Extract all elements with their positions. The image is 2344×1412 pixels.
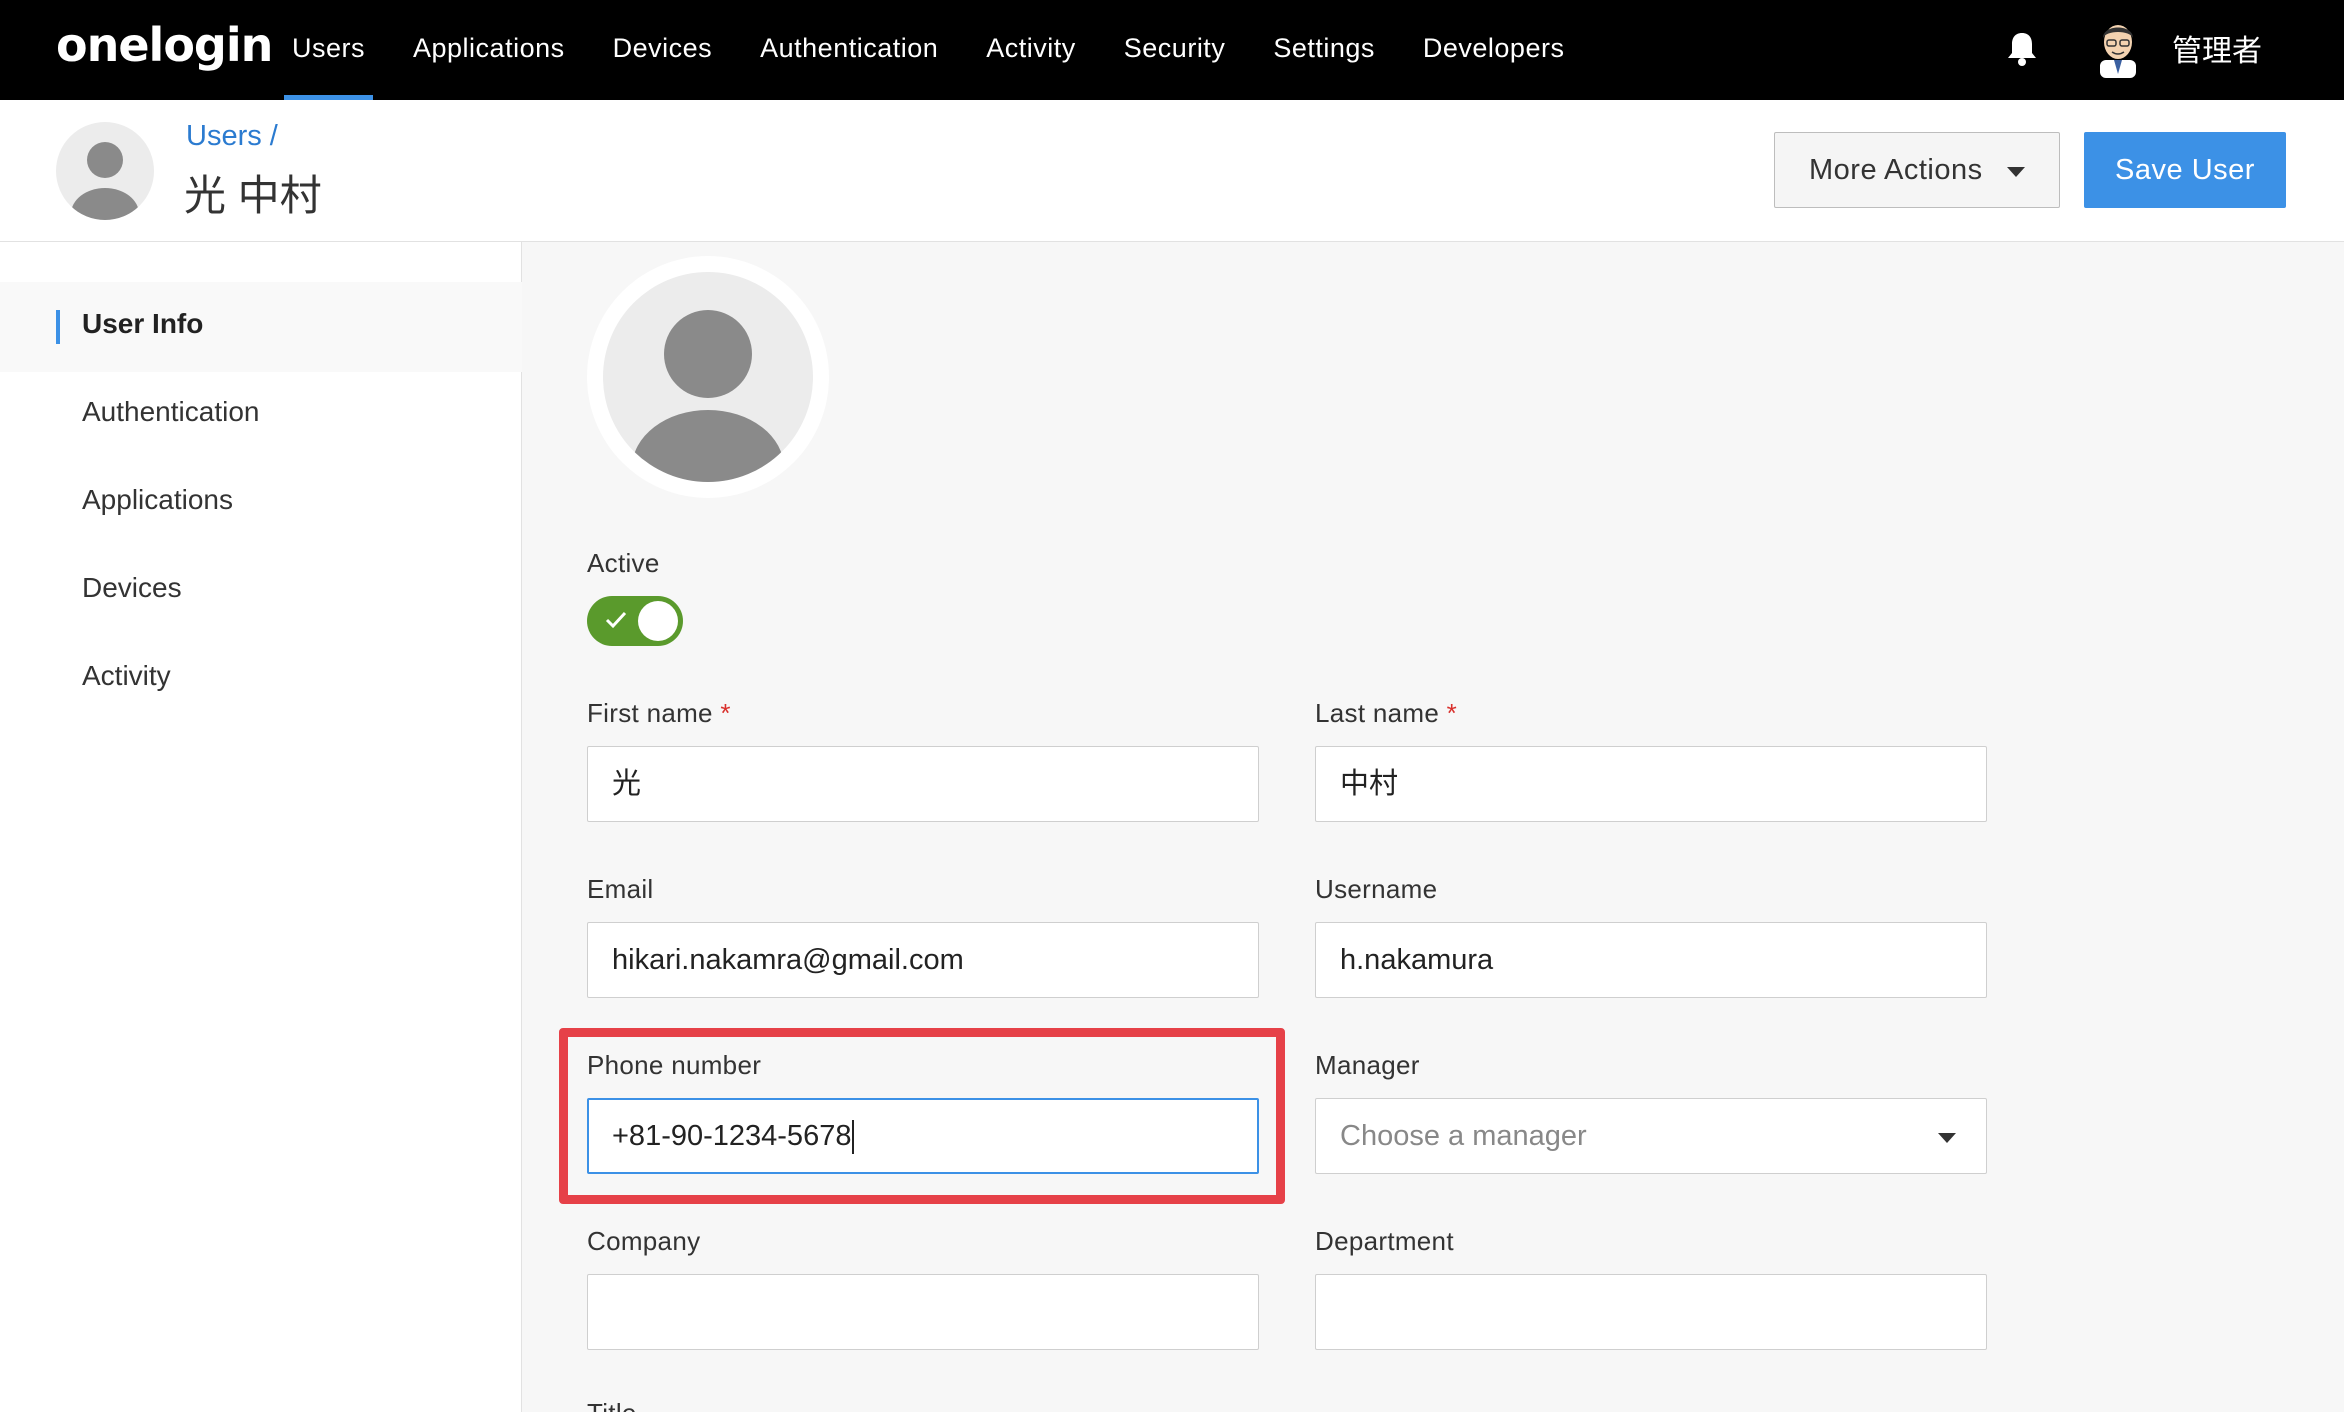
first-name-label: First name *: [587, 698, 731, 729]
nav-item-developers[interactable]: Developers: [1399, 0, 1589, 100]
email-label: Email: [587, 874, 654, 904]
first-name-label-text: First name: [587, 698, 713, 728]
admin-avatar-icon[interactable]: [2092, 16, 2144, 78]
save-user-button[interactable]: Save User: [2084, 132, 2286, 208]
nav-menu: Users Applications Devices Authenticatio…: [268, 0, 1588, 100]
more-actions-button[interactable]: More Actions: [1774, 132, 2060, 208]
nav-item-devices[interactable]: Devices: [589, 0, 737, 100]
sidebar-item-authentication[interactable]: Authentication: [82, 396, 259, 428]
required-mark: *: [1446, 698, 1458, 728]
chevron-down-icon: [1938, 1133, 1956, 1143]
bell-icon[interactable]: [2006, 30, 2038, 68]
company-input[interactable]: [587, 1274, 1259, 1350]
page-title: 光 中村: [184, 172, 322, 219]
manager-select[interactable]: Choose a manager: [1315, 1098, 1987, 1174]
required-mark: *: [720, 698, 731, 728]
active-toggle[interactable]: [587, 596, 683, 646]
nav-item-users[interactable]: Users: [268, 0, 389, 100]
first-name-input[interactable]: 光: [587, 746, 1259, 822]
email-input[interactable]: hikari.nakamra@gmail.com: [587, 922, 1259, 998]
nav-item-applications[interactable]: Applications: [389, 0, 589, 100]
breadcrumb: Users /: [186, 120, 278, 153]
manager-label: Manager: [1315, 1050, 1420, 1080]
nav-item-activity[interactable]: Activity: [962, 0, 1100, 100]
top-navigation: onelogin Users Applications Devices Auth…: [0, 0, 2344, 100]
user-sidebar: User Info Authentication Applications De…: [0, 242, 522, 1412]
profile-photo[interactable]: [587, 256, 829, 498]
more-actions-label: More Actions: [1809, 153, 1983, 186]
user-header: Users / 光 中村 More Actions Save User: [0, 100, 2344, 242]
nav-item-settings[interactable]: Settings: [1249, 0, 1399, 100]
last-name-label-text: Last name: [1315, 698, 1440, 728]
nav-item-authentication[interactable]: Authentication: [736, 0, 962, 100]
last-name-label: Last name *: [1315, 698, 1457, 729]
sidebar-active-background: [0, 282, 522, 372]
phone-number-input[interactable]: +81-90-1234-5678: [587, 1098, 1259, 1174]
toggle-knob: [638, 601, 678, 641]
user-avatar-icon: [56, 122, 154, 220]
username-label: Username: [1315, 874, 1438, 904]
user-info-form: Active First name * 光 Last name * 中村 Ema…: [523, 242, 2344, 1412]
last-name-input[interactable]: 中村: [1315, 746, 1987, 822]
sidebar-active-indicator: [56, 310, 60, 344]
department-input[interactable]: [1315, 1274, 1987, 1350]
breadcrumb-users-link[interactable]: Users: [186, 120, 262, 152]
username-input[interactable]: h.nakamura: [1315, 922, 1987, 998]
sidebar-item-activity[interactable]: Activity: [82, 660, 171, 692]
sidebar-item-user-info[interactable]: User Info: [82, 308, 203, 340]
manager-placeholder: Choose a manager: [1340, 1120, 1587, 1152]
sidebar-item-devices[interactable]: Devices: [82, 572, 182, 604]
user-avatar-icon: [603, 272, 813, 482]
department-label: Department: [1315, 1226, 1454, 1256]
chevron-down-icon: [2007, 167, 2025, 177]
check-icon: [605, 611, 627, 629]
title-label: Title: [587, 1398, 637, 1412]
active-label: Active: [587, 548, 660, 578]
text-cursor: [852, 1120, 855, 1155]
nav-item-security[interactable]: Security: [1100, 0, 1250, 100]
sidebar-item-applications[interactable]: Applications: [82, 484, 233, 516]
company-label: Company: [587, 1226, 701, 1256]
breadcrumb-separator: /: [269, 120, 278, 152]
admin-name[interactable]: 管理者: [2172, 26, 2262, 70]
phone-number-value: +81-90-1234-5678: [612, 1120, 852, 1152]
phone-number-label: Phone number: [587, 1050, 762, 1080]
onelogin-logo[interactable]: onelogin: [56, 18, 273, 72]
